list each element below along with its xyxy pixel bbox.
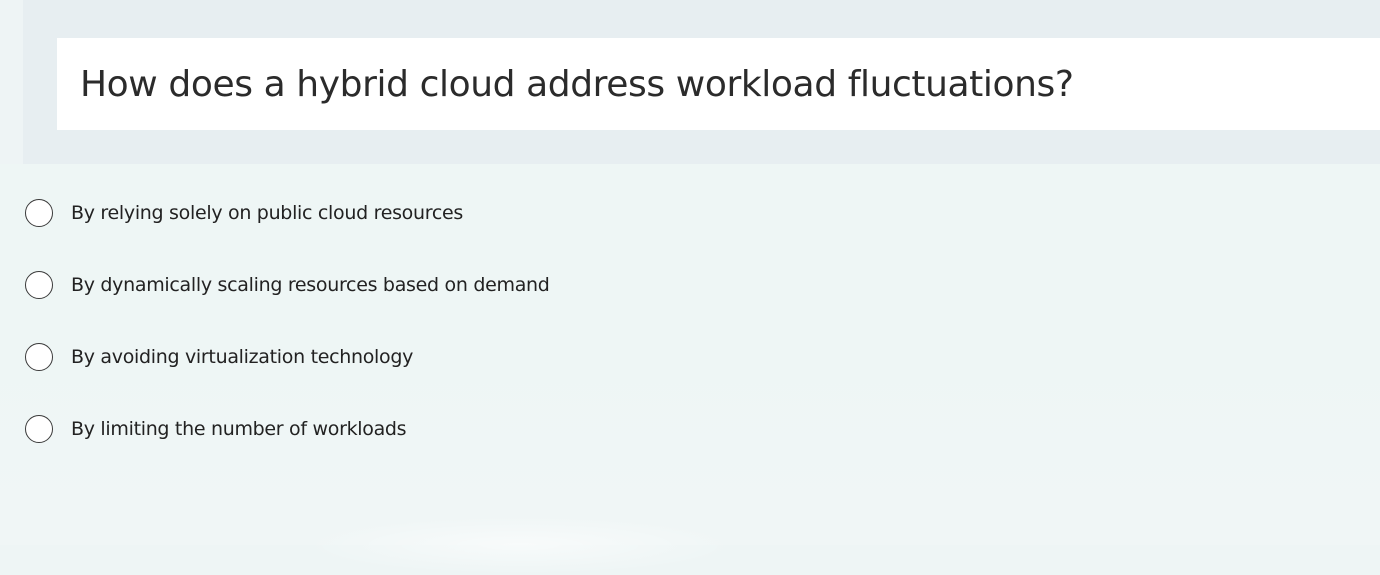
answer-option-label: By limiting the number of workloads bbox=[71, 418, 407, 440]
question-header: How does a hybrid cloud address workload… bbox=[23, 0, 1380, 164]
radio-button[interactable] bbox=[25, 415, 53, 443]
background-glow bbox=[300, 515, 740, 575]
question-title: How does a hybrid cloud address workload… bbox=[80, 64, 1074, 105]
answer-option-3[interactable]: By avoiding virtualization technology bbox=[25, 341, 413, 373]
answer-option-4[interactable]: By limiting the number of workloads bbox=[25, 413, 407, 445]
radio-button[interactable] bbox=[25, 343, 53, 371]
page-left-margin bbox=[0, 0, 23, 164]
radio-button[interactable] bbox=[25, 271, 53, 299]
question-card: How does a hybrid cloud address workload… bbox=[57, 38, 1380, 130]
answer-option-2[interactable]: By dynamically scaling resources based o… bbox=[25, 269, 550, 301]
answer-option-label: By dynamically scaling resources based o… bbox=[71, 274, 550, 296]
answer-option-label: By relying solely on public cloud resour… bbox=[71, 202, 463, 224]
radio-button[interactable] bbox=[25, 199, 53, 227]
answer-option-1[interactable]: By relying solely on public cloud resour… bbox=[25, 197, 463, 229]
answer-option-label: By avoiding virtualization technology bbox=[71, 346, 414, 368]
